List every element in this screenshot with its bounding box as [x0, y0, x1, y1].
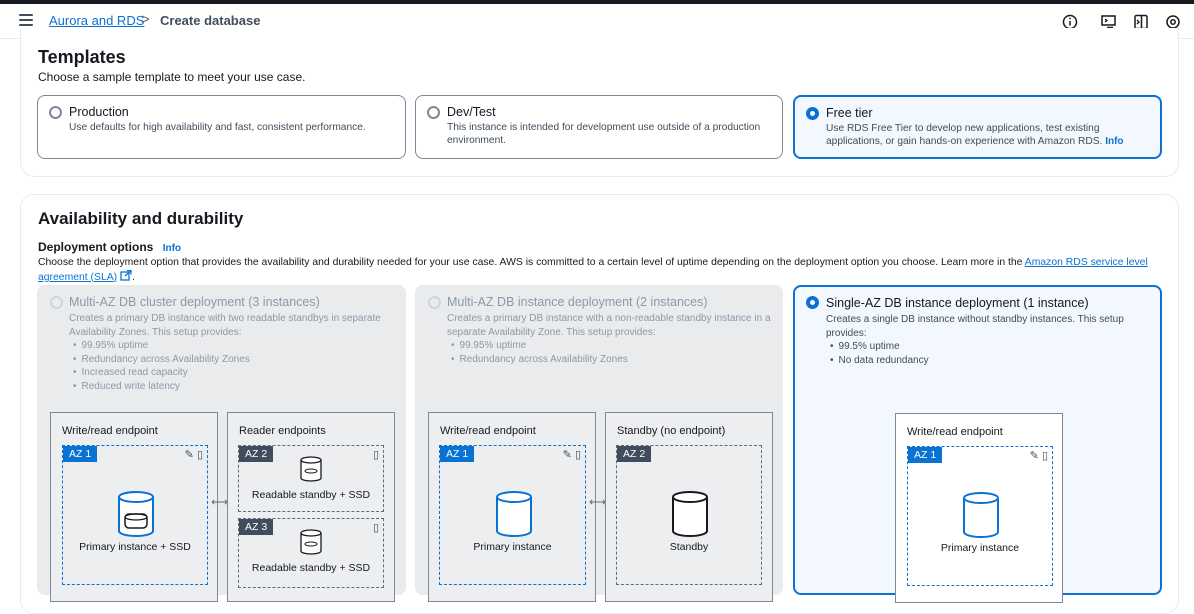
az-tag: AZ 2 [239, 446, 274, 462]
endpoint-label: Reader endpoints [239, 425, 326, 437]
edit-book-icons: ✎ ▯ [1029, 450, 1048, 462]
radio-devtest[interactable] [427, 106, 440, 119]
book-icon: ▯ [372, 449, 379, 461]
sync-arrow-icon: ⟷ [589, 495, 607, 509]
deployment-description: Choose the deployment option that provid… [38, 257, 1148, 283]
az-label: Standby [669, 541, 709, 553]
breadcrumb-current: Create database [160, 13, 261, 28]
radio-multi-az-instance [428, 296, 441, 309]
template-label: Free tier [826, 106, 873, 120]
breadcrumb-aurora-rds[interactable]: Aurora and RDS [49, 13, 144, 28]
radio-production[interactable] [49, 106, 62, 119]
template-devtest[interactable]: Dev/Test This instance is intended for d… [415, 95, 783, 159]
database-icon [300, 456, 322, 482]
deployment-label: Multi-AZ DB cluster deployment (3 instan… [69, 295, 320, 309]
az-label: Primary instance [940, 542, 1020, 554]
database-icon [300, 529, 322, 555]
bullet: 99.5% uptime [830, 340, 1141, 354]
az-tag: AZ 3 [239, 519, 274, 535]
deployment-options-label: Deployment options Info [38, 240, 182, 254]
template-label: Production [69, 105, 129, 119]
template-label: Dev/Test [447, 105, 496, 119]
breadcrumb-separator: > [141, 11, 150, 28]
write-read-endpoint-box: Write/read endpoint AZ 1 ✎ ▯ Primary ins… [50, 412, 218, 602]
az-label: Readable standby + SSD [251, 489, 371, 501]
bullet: 99.95% uptime [73, 339, 394, 353]
deployment-description: Creates a single DB instance without sta… [826, 313, 1141, 367]
database-icon [672, 491, 708, 537]
bullet: No data redundancy [830, 354, 1141, 368]
edit-book-icons: ✎ ▯ [562, 449, 581, 461]
book-icon: ▯ [372, 522, 379, 534]
edit-book-icons: ✎ ▯ [184, 449, 203, 461]
deployment-multi-az-instance: Multi-AZ DB instance deployment (2 insta… [415, 285, 783, 602]
bullet: Increased read capacity [73, 366, 394, 380]
standby-box: Standby (no endpoint) AZ 2 Standby [605, 412, 773, 602]
templates-description: Choose a sample template to meet your us… [38, 70, 306, 84]
sync-arrow-icon: ⟷ [211, 495, 229, 509]
template-production[interactable]: Production Use defaults for high availab… [37, 95, 406, 159]
templates-title: Templates [38, 47, 126, 67]
bullet: Reduced write latency [73, 380, 394, 394]
az-box: AZ 1 ✎ ▯ Primary instance + SSD [62, 445, 208, 585]
template-description: Use defaults for high availability and f… [69, 122, 366, 133]
az-box: AZ 1 ✎ ▯ Primary instance [907, 446, 1053, 586]
radio-free-tier[interactable] [806, 107, 819, 120]
endpoint-label: Standby (no endpoint) [617, 425, 726, 437]
az-box: AZ 2 Standby [616, 445, 762, 585]
availability-title: Availability and durability [38, 209, 244, 228]
write-read-endpoint-box: Write/read endpoint AZ 1 ✎ ▯ Primary ins… [428, 412, 596, 602]
database-icon [118, 491, 154, 537]
az-tag: AZ 1 [440, 446, 475, 462]
endpoint-label: Write/read endpoint [62, 425, 158, 437]
write-read-endpoint-box: Write/read endpoint AZ 1 ✎ ▯ Primary ins… [895, 413, 1063, 603]
deployment-label: Single-AZ DB instance deployment (1 inst… [826, 296, 1089, 310]
az-tag: AZ 2 [617, 446, 652, 462]
az-tag: AZ 1 [908, 447, 943, 463]
az-label: Primary instance + SSD [79, 541, 191, 553]
endpoint-label: Write/read endpoint [440, 425, 536, 437]
template-description: Use RDS Free Tier to develop new applica… [826, 123, 1124, 147]
template-free-tier[interactable]: Free tier Use RDS Free Tier to develop n… [793, 95, 1162, 159]
free-tier-info-link[interactable]: Info [1105, 136, 1123, 147]
deployment-label: Multi-AZ DB instance deployment (2 insta… [447, 295, 708, 309]
deployment-description: Creates a primary DB instance with two r… [69, 312, 394, 393]
az-box: AZ 2 ▯ Readable standby + SSD [238, 445, 384, 512]
az-tag: AZ 1 [63, 446, 98, 462]
az-label: Primary instance [473, 541, 552, 553]
az-box: AZ 3 ▯ Readable standby + SSD [238, 518, 384, 588]
bullet: Redundancy across Availability Zones [451, 353, 772, 367]
az-box: AZ 1 ✎ ▯ Primary instance [439, 445, 586, 585]
radio-single-az[interactable] [806, 296, 819, 309]
menu-icon[interactable] [19, 14, 33, 26]
deployment-multi-az-cluster: Multi-AZ DB cluster deployment (3 instan… [37, 285, 406, 602]
deployment-single-az[interactable]: Single-AZ DB instance deployment (1 inst… [793, 285, 1162, 603]
bullet: 99.95% uptime [451, 339, 772, 353]
reader-endpoints-box: Reader endpoints AZ 2 ▯ Readable standby… [227, 412, 395, 602]
deployment-description: Creates a primary DB instance with a non… [447, 312, 772, 366]
radio-multi-az-cluster [50, 296, 63, 309]
external-link-icon[interactable] [120, 269, 132, 281]
endpoint-label: Write/read endpoint [907, 426, 1003, 438]
deployment-info-link[interactable]: Info [163, 243, 181, 254]
template-description: This instance is intended for developmen… [447, 122, 761, 146]
database-icon [963, 492, 999, 538]
database-icon [496, 491, 532, 537]
bullet: Redundancy across Availability Zones [73, 353, 394, 367]
az-label: Readable standby + SSD [251, 562, 371, 574]
